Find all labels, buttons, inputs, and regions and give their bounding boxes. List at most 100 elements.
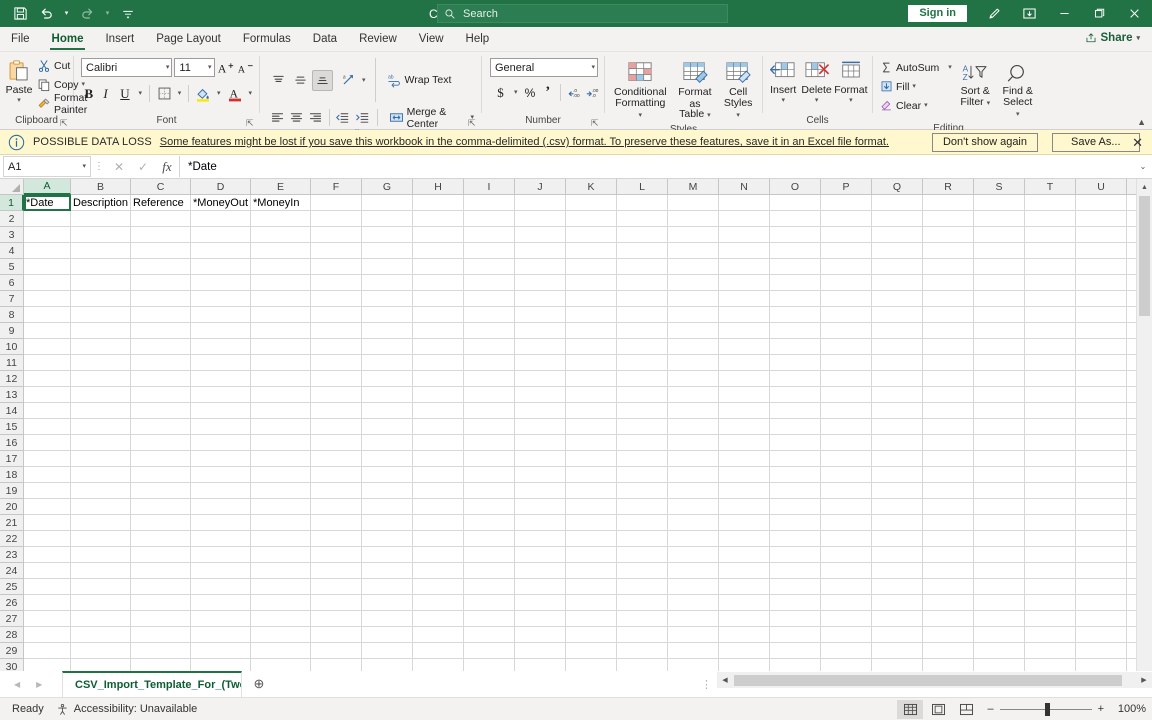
- cell-R12[interactable]: [923, 371, 974, 387]
- cell-P11[interactable]: [821, 355, 872, 371]
- cell-N4[interactable]: [719, 243, 770, 259]
- cell-N9[interactable]: [719, 323, 770, 339]
- cell-E13[interactable]: [251, 387, 311, 403]
- cell-L4[interactable]: [617, 243, 668, 259]
- cell-C28[interactable]: [131, 627, 191, 643]
- cell-M12[interactable]: [668, 371, 719, 387]
- cell-U10[interactable]: [1076, 339, 1127, 355]
- enter-entry-button[interactable]: ✓: [131, 156, 155, 177]
- cell-U5[interactable]: [1076, 259, 1127, 275]
- cell-D16[interactable]: [191, 435, 251, 451]
- cell-J27[interactable]: [515, 611, 566, 627]
- tab-data[interactable]: Data: [302, 27, 348, 51]
- cell-S30[interactable]: [974, 659, 1025, 671]
- cell-C13[interactable]: [131, 387, 191, 403]
- cell-M17[interactable]: [668, 451, 719, 467]
- share-button[interactable]: Share ▾: [1081, 30, 1144, 46]
- cell-A7[interactable]: [24, 291, 71, 307]
- cell-M22[interactable]: [668, 531, 719, 547]
- cell-U27[interactable]: [1076, 611, 1127, 627]
- cell-U21[interactable]: [1076, 515, 1127, 531]
- cell-E30[interactable]: [251, 659, 311, 671]
- cell-D29[interactable]: [191, 643, 251, 659]
- cell-K25[interactable]: [566, 579, 617, 595]
- cell-G1[interactable]: [362, 195, 413, 211]
- cell-I17[interactable]: [464, 451, 515, 467]
- save-as-button[interactable]: Save As...: [1052, 132, 1140, 152]
- cell-S3[interactable]: [974, 227, 1025, 243]
- cell-L7[interactable]: [617, 291, 668, 307]
- cell-A28[interactable]: [24, 627, 71, 643]
- top-align-button[interactable]: [268, 70, 289, 91]
- sort-and-filter-button[interactable]: AZ Sort & Filter ▾: [955, 59, 996, 122]
- accessibility-status[interactable]: Accessibility: Unavailable: [50, 703, 204, 716]
- font-color-chevron-down-icon[interactable]: ▾: [245, 90, 255, 97]
- tab-page-layout[interactable]: Page Layout: [145, 27, 232, 51]
- cell-E2[interactable]: [251, 211, 311, 227]
- cell-Q28[interactable]: [872, 627, 923, 643]
- cell-I4[interactable]: [464, 243, 515, 259]
- cell-G22[interactable]: [362, 531, 413, 547]
- cell-K28[interactable]: [566, 627, 617, 643]
- cell-H20[interactable]: [413, 499, 464, 515]
- cell-D28[interactable]: [191, 627, 251, 643]
- delete-cells-chevron-down-icon[interactable]: ▾: [815, 97, 819, 104]
- cell-G19[interactable]: [362, 483, 413, 499]
- cell-B10[interactable]: [71, 339, 131, 355]
- cell-M9[interactable]: [668, 323, 719, 339]
- cell-I23[interactable]: [464, 547, 515, 563]
- cell-B30[interactable]: [71, 659, 131, 671]
- cell-H4[interactable]: [413, 243, 464, 259]
- cell-Q1[interactable]: [872, 195, 923, 211]
- cell-U24[interactable]: [1076, 563, 1127, 579]
- cell-G9[interactable]: [362, 323, 413, 339]
- cell-S15[interactable]: [974, 419, 1025, 435]
- row-header-27[interactable]: 27: [0, 611, 24, 627]
- row-header-21[interactable]: 21: [0, 515, 24, 531]
- cell-N7[interactable]: [719, 291, 770, 307]
- cell-D14[interactable]: [191, 403, 251, 419]
- cell-O8[interactable]: [770, 307, 821, 323]
- cell-U22[interactable]: [1076, 531, 1127, 547]
- cell-J22[interactable]: [515, 531, 566, 547]
- cell-I1[interactable]: [464, 195, 515, 211]
- cell-O30[interactable]: [770, 659, 821, 671]
- cell-A26[interactable]: [24, 595, 71, 611]
- cell-C30[interactable]: [131, 659, 191, 671]
- tab-view[interactable]: View: [408, 27, 455, 51]
- cell-C11[interactable]: [131, 355, 191, 371]
- cell-S23[interactable]: [974, 547, 1025, 563]
- cell-P13[interactable]: [821, 387, 872, 403]
- cell-S22[interactable]: [974, 531, 1025, 547]
- cell-I6[interactable]: [464, 275, 515, 291]
- cell-H9[interactable]: [413, 323, 464, 339]
- cell-A5[interactable]: [24, 259, 71, 275]
- number-dialog-launcher[interactable]: ⇱: [591, 119, 600, 128]
- scroll-left-icon[interactable]: ◀: [717, 672, 733, 688]
- cell-R1[interactable]: [923, 195, 974, 211]
- cell-N21[interactable]: [719, 515, 770, 531]
- cell-J28[interactable]: [515, 627, 566, 643]
- cell-F20[interactable]: [311, 499, 362, 515]
- cell-R28[interactable]: [923, 627, 974, 643]
- cell-M6[interactable]: [668, 275, 719, 291]
- cell-A27[interactable]: [24, 611, 71, 627]
- cell-Q23[interactable]: [872, 547, 923, 563]
- cell-C18[interactable]: [131, 467, 191, 483]
- cell-D6[interactable]: [191, 275, 251, 291]
- column-header-T[interactable]: T: [1025, 179, 1076, 195]
- cell-F17[interactable]: [311, 451, 362, 467]
- cell-I9[interactable]: [464, 323, 515, 339]
- cell-M11[interactable]: [668, 355, 719, 371]
- cell-H22[interactable]: [413, 531, 464, 547]
- cell-Q6[interactable]: [872, 275, 923, 291]
- column-header-C[interactable]: C: [131, 179, 191, 195]
- column-header-M[interactable]: M: [668, 179, 719, 195]
- cell-G23[interactable]: [362, 547, 413, 563]
- cell-P18[interactable]: [821, 467, 872, 483]
- cell-B12[interactable]: [71, 371, 131, 387]
- cell-I19[interactable]: [464, 483, 515, 499]
- cell-K10[interactable]: [566, 339, 617, 355]
- row-header-4[interactable]: 4: [0, 243, 24, 259]
- paste-button[interactable]: Paste ▾: [4, 55, 34, 113]
